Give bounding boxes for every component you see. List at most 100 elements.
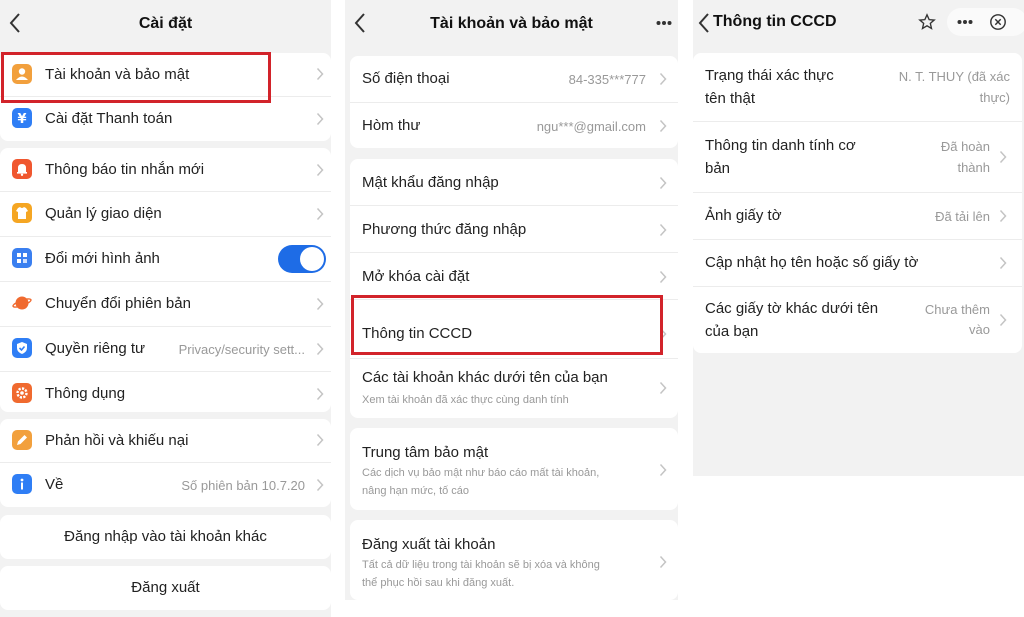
security-card: Mật khẩu đăng nhập Phương thức đăng nhập…: [350, 159, 678, 418]
chevron-right-icon: [659, 463, 667, 477]
settings-item-notifications[interactable]: Thông báo tin nhắn mới: [0, 148, 331, 192]
svg-text:¥: ¥: [17, 112, 26, 127]
delete-account-card[interactable]: Đăng xuất tài khoản Tất cả dữ liệu trong…: [350, 520, 678, 600]
security-center-sub-2: nâng hạn mức, tố cáo: [362, 485, 470, 497]
account-topbar: Tài khoản và bảo mật: [345, 0, 678, 48]
page-title: Cài đặt: [138, 15, 193, 32]
email-value: ngu***@gmail.com: [536, 119, 646, 134]
chevron-right-icon: [659, 176, 667, 190]
security-center-card[interactable]: Trung tâm bảo mật Các dịch vụ bảo mật nh…: [350, 428, 678, 510]
other-docs-label-line-1: Các giấy tờ khác dưới tên: [705, 300, 879, 317]
identity-label-line-2: bản: [705, 160, 731, 177]
settings-item-privacy[interactable]: Quyền riêng tư Privacy/security sett...: [0, 327, 331, 372]
chevron-right-icon: [316, 163, 324, 177]
logout-button[interactable]: Đăng xuất: [0, 566, 331, 610]
login-method-row[interactable]: Phương thức đăng nhập: [350, 206, 678, 253]
email-row[interactable]: Hòm thư ngu***@gmail.com: [350, 103, 678, 148]
delete-account-sub-2: thể phục hồi sau khi đăng xuất.: [362, 577, 515, 589]
chevron-right-icon: [659, 555, 667, 569]
more-icon[interactable]: [656, 20, 672, 26]
password-row[interactable]: Mật khẩu đăng nhập: [350, 159, 678, 206]
more-icon[interactable]: [957, 19, 973, 25]
verification-value-line-1: N. T. THUY (đã xác: [898, 69, 1010, 84]
chevron-right-icon: [999, 313, 1007, 327]
edit-icon: [12, 430, 32, 450]
contact-card: Số điện thoại 84-335***777 Hòm thư ngu**…: [350, 56, 678, 148]
close-circle-icon[interactable]: [989, 13, 1007, 31]
chevron-right-icon: [316, 478, 324, 492]
cccd-info-card: Trạng thái xác thực tên thật N. T. THUY …: [693, 53, 1022, 353]
settings-item-payment[interactable]: ¥ Cài đặt Thanh toán: [0, 97, 331, 141]
delete-account-sub-1: Tất cả dữ liệu trong tài khoản sẽ bị xóa…: [362, 559, 600, 571]
security-center-sub-1: Các dịch vụ bảo mật như báo cáo mất tài …: [362, 467, 600, 479]
chevron-right-icon: [999, 150, 1007, 164]
highlight-box: [351, 295, 663, 355]
settings-item-label: Quản lý giao diện: [45, 205, 162, 222]
shirt-icon: [12, 203, 32, 223]
identity-value-line-1: Đã hoàn: [940, 139, 990, 154]
unlock-settings-row[interactable]: Mở khóa cài đặt: [350, 253, 678, 300]
settings-item-label: Cài đặt Thanh toán: [45, 110, 173, 127]
settings-item-label: Chuyển đổi phiên bản: [45, 295, 191, 312]
highlight-box: [1, 52, 271, 103]
chevron-right-icon: [316, 297, 324, 311]
photo-label: Ảnh giấy tờ: [705, 207, 782, 224]
update-name-row[interactable]: Cập nhật họ tên hoặc số giấy tờ: [693, 240, 1022, 287]
other-docs-value-line-1: Chưa thêm: [924, 302, 990, 317]
settings-item-value: Privacy/security sett...: [178, 342, 305, 357]
back-arrow-icon[interactable]: [697, 11, 711, 35]
settings-item-label: Quyền riêng tư: [45, 340, 146, 357]
identity-label-line-1: Thông tin danh tính cơ: [705, 137, 856, 154]
page-title: Tài khoản và bảo mật: [430, 15, 593, 32]
chevron-right-icon: [999, 256, 1007, 270]
verification-label-line-2: tên thật: [705, 90, 756, 107]
chevron-right-icon: [316, 433, 324, 447]
image-refresh-toggle[interactable]: [278, 245, 326, 273]
chevron-right-icon: [659, 381, 667, 395]
basic-identity-row[interactable]: Thông tin danh tính cơ bản Đã hoàn thành: [693, 122, 1022, 193]
chevron-right-icon: [659, 270, 667, 284]
settings-screen: Cài đặt Tài khoản và bảo mật ¥ Cài đặt T…: [0, 0, 331, 617]
shield-icon: [12, 338, 32, 358]
security-center-label: Trung tâm bảo mật: [362, 444, 489, 461]
gear-icon: [12, 383, 32, 403]
update-label: Cập nhật họ tên hoặc số giấy tờ: [705, 254, 919, 271]
other-accounts-row[interactable]: Các tài khoản khác dưới tên của bạn Xem …: [350, 359, 678, 418]
settings-item-switch-version[interactable]: Chuyển đổi phiên bản: [0, 282, 331, 327]
settings-group-general: Thông báo tin nhắn mới Quản lý giao diện…: [0, 148, 331, 412]
settings-item-feedback[interactable]: Phản hồi và khiếu nại: [0, 419, 331, 463]
switch-account-button[interactable]: Đăng nhập vào tài khoản khác: [0, 515, 331, 559]
settings-topbar: Cài đặt: [0, 0, 331, 48]
star-icon[interactable]: [918, 13, 936, 31]
chevron-right-icon: [659, 223, 667, 237]
image-grid-icon: [12, 248, 32, 268]
other-documents-row[interactable]: Các giấy tờ khác dưới tên của bạn Chưa t…: [693, 287, 1022, 353]
document-photo-row[interactable]: Ảnh giấy tờ Đã tải lên: [693, 193, 1022, 240]
page-title: Thông tin CCCD: [713, 13, 837, 30]
login-method-label: Phương thức đăng nhập: [362, 221, 527, 238]
verification-value-line-2: thực): [979, 90, 1010, 105]
delete-account-label: Đăng xuất tài khoản: [362, 536, 496, 553]
chevron-right-icon: [659, 119, 667, 133]
settings-item-image-refresh: Đổi mới hình ảnh: [0, 237, 331, 282]
unlock-label: Mở khóa cài đặt: [362, 268, 470, 285]
toggle-knob: [300, 247, 324, 271]
other-docs-value-line-2: vào: [969, 322, 990, 337]
version-value: Số phiên bản 10.7.20: [181, 478, 305, 493]
email-label: Hòm thư: [362, 117, 421, 134]
settings-group-about: Phản hồi và khiếu nại Về Số phiên bản 10…: [0, 419, 331, 507]
phone-row[interactable]: Số điện thoại 84-335***777: [350, 56, 678, 103]
other-docs-label-line-2: của bạn: [705, 323, 759, 340]
settings-item-about[interactable]: Về Số phiên bản 10.7.20: [0, 463, 331, 507]
chevron-right-icon: [316, 207, 324, 221]
settings-item-general[interactable]: Thông dụng: [0, 372, 331, 412]
identity-value-line-2: thành: [957, 160, 990, 175]
cccd-topbar: Thông tin CCCD: [693, 0, 1024, 48]
verification-label-line-1: Trạng thái xác thực: [705, 67, 834, 84]
other-accounts-label: Các tài khoản khác dưới tên của bạn: [362, 369, 608, 386]
info-icon: [12, 474, 32, 494]
settings-item-appearance[interactable]: Quản lý giao diện: [0, 192, 331, 237]
password-label: Mật khẩu đăng nhập: [362, 174, 499, 191]
settings-item-label: Phản hồi và khiếu nại: [45, 432, 189, 449]
cccd-screen: Thông tin CCCD Trạng thái xác thực tên t…: [693, 0, 1024, 476]
